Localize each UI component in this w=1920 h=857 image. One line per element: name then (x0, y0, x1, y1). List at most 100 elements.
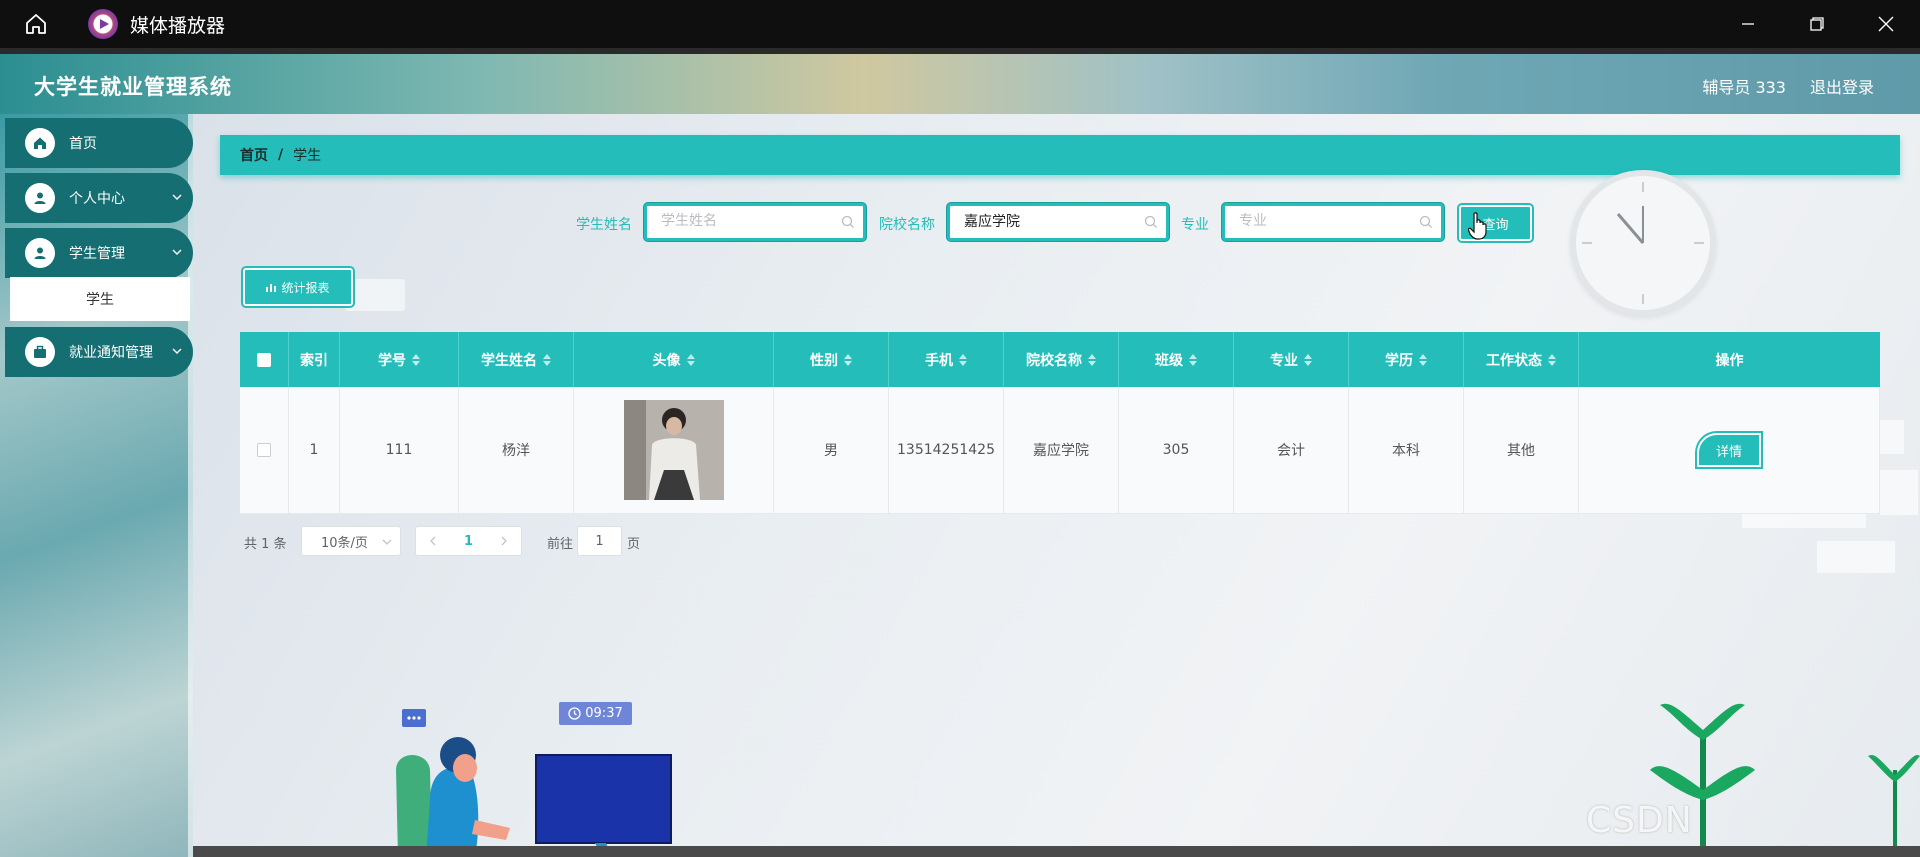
close-button[interactable] (1851, 0, 1920, 48)
next-page-icon[interactable] (499, 536, 509, 546)
goto-label: 前往 (547, 537, 574, 552)
major-field[interactable] (1222, 203, 1444, 241)
sort-icon[interactable] (1304, 353, 1312, 366)
time-badge: 09:37 (559, 702, 632, 725)
decor-block (1880, 420, 1904, 454)
breadcrumb: 首页 / 学生 (220, 135, 1900, 175)
cell-work-status: 其他 (1464, 387, 1579, 514)
sort-icon[interactable] (959, 353, 967, 366)
current-page-number[interactable]: 1 (464, 534, 473, 549)
school-name-field[interactable] (947, 203, 1169, 241)
sidebar-subitem-student[interactable]: 学生 (10, 277, 190, 321)
sort-icon[interactable] (844, 353, 852, 366)
column-header-label: 学号 (378, 352, 406, 369)
pagination-total: 共 1 条 (244, 537, 287, 552)
cell-class: 305 (1119, 387, 1234, 514)
column-header-label: 专业 (1270, 352, 1298, 369)
home-icon (25, 128, 55, 158)
sidebar-background (0, 114, 193, 857)
sidebar-item-personal-center[interactable]: 个人中心 (5, 173, 193, 223)
page-size-select[interactable]: 10条/页 (301, 526, 401, 556)
column-header-label: 手机 (925, 352, 953, 369)
select-all-cell[interactable] (240, 332, 289, 387)
sort-icon[interactable] (686, 353, 695, 366)
column-header-index: 索引 (289, 332, 340, 387)
prev-page-icon[interactable] (428, 536, 438, 546)
student-name-input[interactable] (661, 206, 841, 236)
column-header-label: 学生姓名 (481, 352, 537, 369)
briefcase-icon (25, 337, 55, 367)
clock-icon (568, 707, 581, 720)
major-label: 专业 (1181, 217, 1209, 233)
bar-chart-icon (266, 284, 277, 292)
window-titlebar: 媒体播放器 (0, 0, 1920, 48)
column-header-student-no[interactable]: 学号 (340, 332, 459, 387)
search-icon (1419, 215, 1432, 228)
column-header-avatar[interactable]: 头像 (574, 332, 774, 387)
goto-page-input[interactable] (577, 526, 622, 556)
detail-button[interactable]: 详情 (1697, 433, 1761, 467)
column-header-education[interactable]: 学历 (1349, 332, 1464, 387)
student-avatar[interactable] (623, 400, 724, 500)
window-title: 媒体播放器 (130, 14, 226, 37)
sidebar-item-label: 个人中心 (69, 191, 125, 207)
column-header-phone[interactable]: 手机 (889, 332, 1004, 387)
column-header-major[interactable]: 专业 (1234, 332, 1349, 387)
cell-name: 杨洋 (459, 387, 574, 514)
column-header-label: 性别 (810, 352, 838, 369)
column-header-label: 学历 (1385, 352, 1413, 369)
user-icon (25, 183, 55, 213)
sidebar-item-student-management[interactable]: 学生管理 (5, 228, 193, 278)
column-header-name[interactable]: 学生姓名 (459, 332, 574, 387)
clock-decoration (1570, 170, 1716, 316)
sidebar-item-employment-notice[interactable]: 就业通知管理 (5, 327, 193, 377)
sort-icon[interactable] (1548, 353, 1556, 366)
current-user: 辅导员 333 (1702, 78, 1786, 97)
sort-icon[interactable] (412, 353, 420, 366)
logout-link[interactable]: 退出登录 (1810, 74, 1874, 98)
restore-button[interactable] (1782, 0, 1851, 48)
cell-actions: 详情 (1579, 387, 1880, 514)
sort-icon[interactable] (1419, 353, 1427, 366)
column-header-work-status[interactable]: 工作状态 (1464, 332, 1579, 387)
minimize-button[interactable] (1713, 0, 1782, 48)
column-header-actions: 操作 (1579, 332, 1880, 387)
cell-avatar (574, 387, 774, 514)
breadcrumb-home[interactable]: 首页 (240, 145, 268, 165)
cell-education: 本科 (1349, 387, 1464, 514)
student-name-field[interactable] (644, 203, 866, 241)
school-name-label: 院校名称 (879, 217, 935, 233)
sidebar-item-label: 就业通知管理 (69, 345, 153, 361)
search-icon (841, 215, 854, 228)
sort-icon[interactable] (1088, 353, 1096, 366)
sidebar-item-home[interactable]: 首页 (5, 118, 193, 168)
sidebar-item-label: 首页 (69, 136, 97, 152)
select-all-checkbox[interactable] (257, 352, 271, 367)
page-suffix: 页 (627, 537, 641, 552)
hand-cursor-icon (1468, 212, 1487, 240)
student-name-label: 学生姓名 (576, 217, 632, 233)
decor-block (1817, 541, 1895, 573)
column-header-label: 院校名称 (1026, 352, 1082, 369)
sort-icon[interactable] (1189, 353, 1197, 366)
column-header-class[interactable]: 班级 (1119, 332, 1234, 387)
cell-student-no: 111 (340, 387, 459, 514)
sort-icon[interactable] (543, 353, 551, 366)
row-checkbox[interactable] (257, 443, 271, 457)
cell-index: 1 (289, 387, 340, 514)
column-header-gender[interactable]: 性别 (774, 332, 889, 387)
major-input[interactable] (1239, 206, 1419, 236)
column-header-label: 工作状态 (1486, 352, 1542, 369)
column-header-label: 操作 (1715, 352, 1744, 369)
home-icon[interactable] (0, 0, 72, 48)
row-select-cell[interactable] (240, 387, 289, 514)
school-name-input[interactable] (964, 206, 1144, 236)
column-header-label: 头像 (652, 352, 681, 369)
breadcrumb-current: 学生 (293, 148, 322, 164)
cell-major: 会计 (1234, 387, 1349, 514)
column-header-school[interactable]: 院校名称 (1004, 332, 1119, 387)
statistics-report-button[interactable]: 统计报表 (243, 268, 353, 306)
time-badge-label: 09:37 (585, 706, 623, 721)
statistics-report-label: 统计报表 (281, 280, 330, 295)
bottom-strip (193, 846, 1920, 857)
